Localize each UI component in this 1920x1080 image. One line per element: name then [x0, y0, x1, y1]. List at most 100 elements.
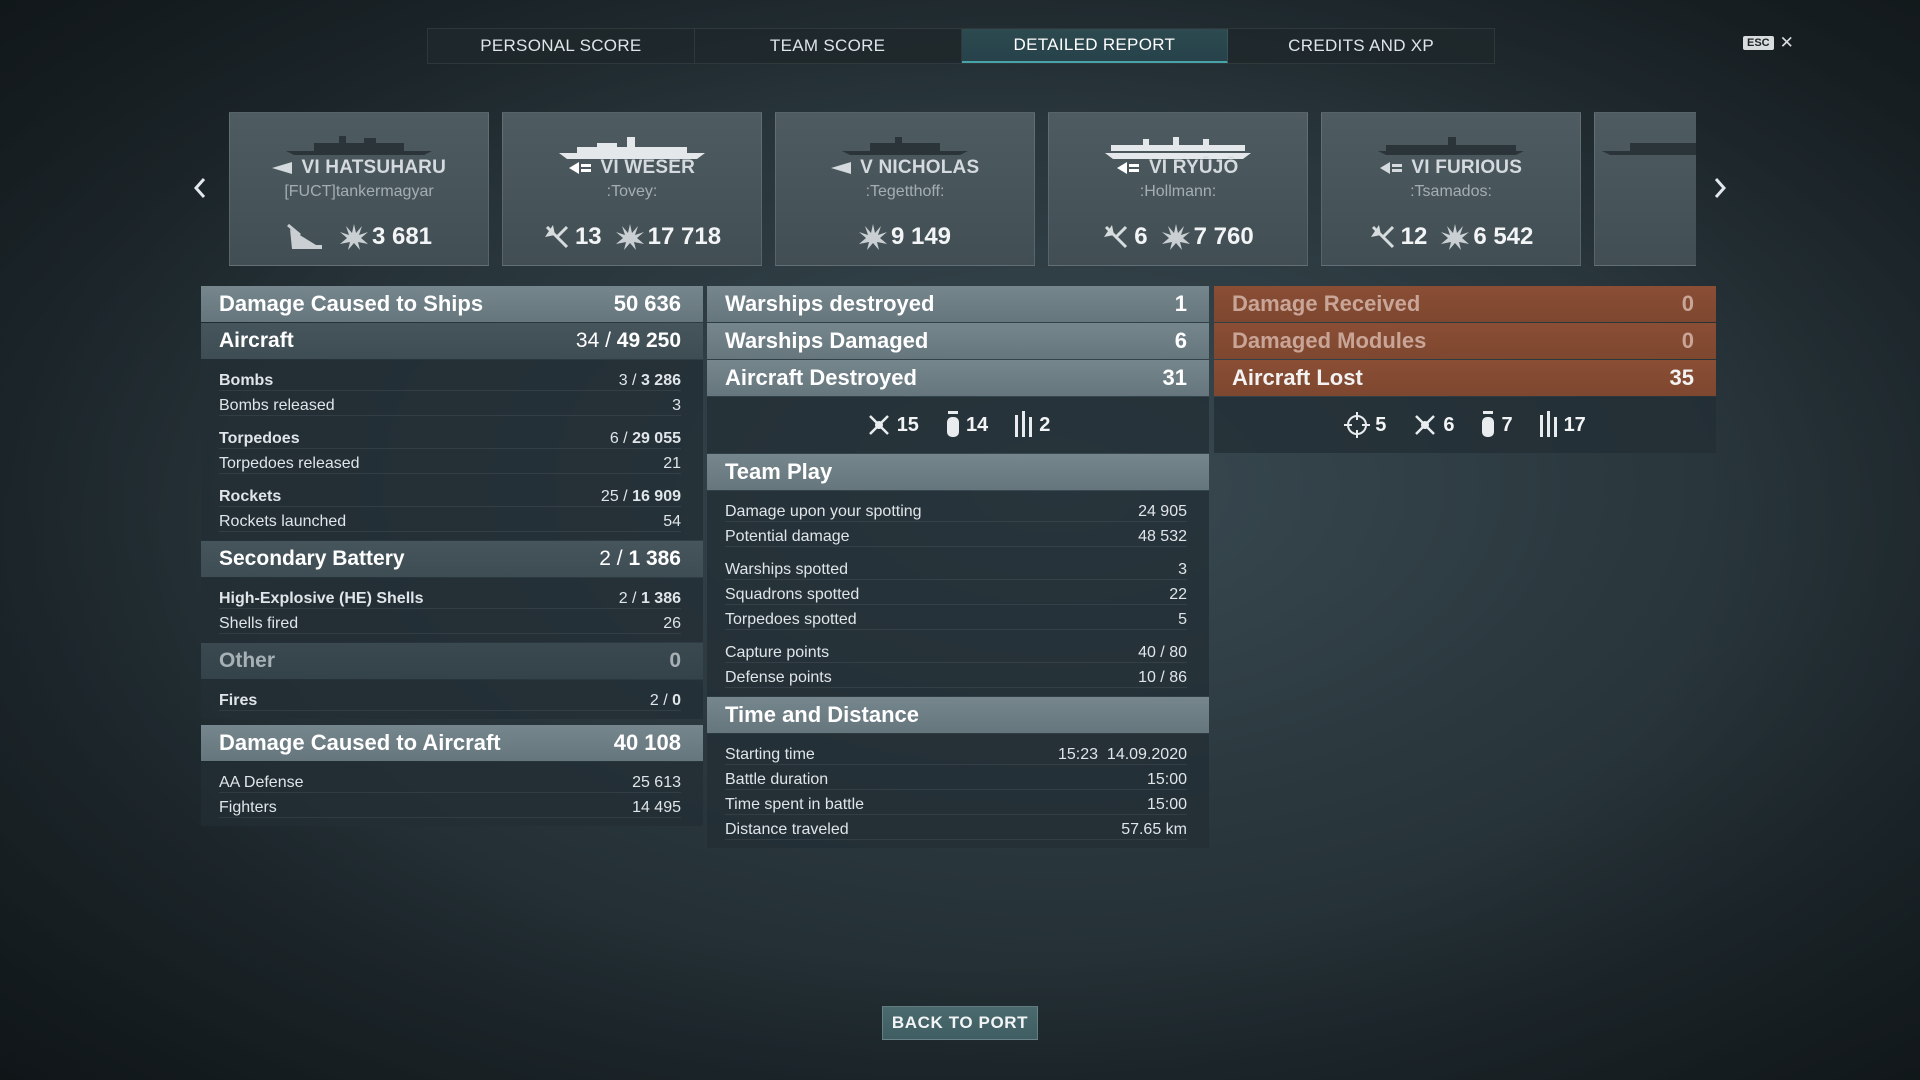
he-shells-hits: 2 [618, 590, 628, 607]
ship-card-hatsuharu[interactable]: VI HATSUHARU [FUCT]tankermagyar 3 681 [229, 112, 489, 266]
ship-carousel: VI HATSUHARU [FUCT]tankermagyar 3 681 VI… [229, 112, 1696, 266]
tab-detailed-report[interactable]: DETAILED REPORT [961, 29, 1229, 63]
rocket-planes-lost-value: 17 [1563, 413, 1586, 436]
aircraft-destroyed-label: Aircraft Destroyed [725, 365, 917, 390]
row-value: 15:00 [1146, 796, 1187, 813]
row-label: Capture points [725, 644, 830, 661]
warships-destroyed-header: Warships destroyed 1 [707, 286, 1209, 322]
ship-name: VI FURIOUS [1322, 157, 1580, 179]
ship-stats: 9 149 [776, 223, 1034, 251]
row-label: Potential damage [725, 528, 850, 545]
ship-silhouette-icon [842, 137, 968, 155]
ship-name-label: V NICHOLAS [860, 157, 980, 178]
damaged-modules-value: 0 [1681, 328, 1694, 353]
damage-stat: 7 760 [1161, 223, 1254, 251]
team-play-title: Team Play [725, 459, 833, 484]
team-play-header: Team Play [707, 454, 1209, 490]
row-value: 48 532 [1138, 528, 1187, 545]
ship-stats: 6 7 760 [1049, 223, 1307, 251]
back-to-port-button[interactable]: BACK TO PORT [882, 1006, 1038, 1040]
plane-kills-value: 13 [574, 223, 602, 250]
time-distance-row: Starting time 15:23 14.09.2020 [725, 740, 1187, 765]
tab-credits-and-xp[interactable]: CREDITS AND XP [1228, 29, 1494, 63]
rocket-planes-destroyed-value: 2 [1039, 413, 1051, 436]
ship-card-nicholas[interactable]: V NICHOLAS :Tegetthoff: 9 149 [775, 112, 1035, 266]
tab-personal-score[interactable]: PERSONAL SCORE [428, 29, 695, 63]
close-button[interactable]: ESC ✕ [1743, 33, 1794, 53]
bombs-released-value: 3 [672, 397, 681, 414]
damage-caused-column: Damage Caused to Ships 50 636 Aircraft 3… [201, 286, 703, 826]
bombs-hits: 3 [618, 372, 628, 389]
he-shells-row: High-Explosive (HE) Shells 2 / 1 386 [219, 584, 681, 609]
rockets-launched-label: Rockets launched [219, 513, 347, 530]
team-play-row: Squadrons spotted 22 [725, 580, 1187, 605]
bombers-lost-stat: 7 [1480, 411, 1513, 439]
time-distance-header: Time and Distance [707, 697, 1209, 733]
aa-defense-row: AA Defense 25 613 [219, 768, 681, 793]
carrier-class-icon [1117, 161, 1140, 174]
torpedoes-damage: 29 055 [632, 430, 681, 447]
crosshair-icon [1344, 412, 1371, 438]
carousel-next-button[interactable] [1708, 176, 1732, 200]
carousel-prev-button[interactable] [188, 176, 212, 200]
warships-damaged-value: 6 [1174, 328, 1187, 353]
close-icon: ✕ [1779, 33, 1794, 52]
time-distance-title: Time and Distance [725, 702, 919, 727]
other-label: Other [219, 649, 276, 672]
player-name: :Hollmann: [1139, 183, 1217, 200]
ship-name-label: VI HATSUHARU [301, 157, 447, 178]
aircraft-lost-value: 35 [1669, 365, 1694, 390]
ship-name: VI RYŪJŌ [1049, 157, 1307, 179]
rocket-planes-destroyed-stat: 2 [1014, 411, 1050, 439]
ship-stats: 12 6 542 [1322, 223, 1580, 251]
esc-key-label: ESC [1743, 36, 1774, 50]
ship-card-weser[interactable]: VI WESER :Tovey: 13 17 718 [502, 112, 762, 266]
kills-teamplay-column: Warships destroyed 1 Warships Damaged 6 … [707, 286, 1209, 848]
rocket-icon [1015, 411, 1033, 437]
torpedoes-row: Torpedoes 6 / 29 055 [219, 424, 681, 449]
bombs-row: Bombs 3 / 3 286 [219, 366, 681, 391]
torpedoes-released-value: 21 [663, 455, 681, 472]
rockets-row: Rockets 25 / 16 909 [219, 482, 681, 507]
row-label: Starting time [725, 746, 815, 763]
ship-silhouette-icon [559, 137, 705, 159]
aa-defense-label: AA Defense [219, 774, 304, 791]
fighters-label: Fighters [219, 799, 277, 816]
player-name: :Tovey: [606, 183, 658, 200]
fighter-icon [1415, 415, 1436, 435]
time-distance-row: Battle duration 15:00 [725, 765, 1187, 790]
rockets-damage: 16 909 [632, 488, 681, 505]
aircraft-hits: 34 [575, 329, 600, 352]
aircraft-destroyed-header: Aircraft Destroyed 31 [707, 360, 1209, 396]
row-label: Squadrons spotted [725, 586, 860, 603]
chevron-right-icon [1714, 178, 1727, 198]
fires-damage: 0 [672, 692, 681, 709]
ship-silhouette-icon [1378, 137, 1524, 155]
spotter-lost-value: 5 [1375, 413, 1387, 436]
explosion-icon [1441, 224, 1470, 250]
team-play-row: Defense points 10 / 86 [725, 663, 1187, 688]
fighters-destroyed-stat: 15 [866, 412, 919, 438]
report-tabs: PERSONAL SCORE TEAM SCORE DETAILED REPOR… [427, 28, 1495, 64]
secondary-battery-header: Secondary Battery 2 / 1 386 [201, 541, 703, 577]
plane-kill-icon [1104, 225, 1128, 249]
bombers-destroyed-value: 14 [965, 413, 989, 436]
aa-defense-value: 25 613 [632, 774, 681, 791]
damage-value: 7 760 [1193, 223, 1254, 250]
tab-team-score[interactable]: TEAM SCORE [695, 29, 962, 63]
ship-silhouette-icon [286, 136, 432, 155]
damage-value: 9 149 [890, 223, 952, 250]
secondary-battery-details: High-Explosive (HE) Shells 2 / 1 386 She… [201, 578, 703, 642]
bomb-icon [946, 411, 959, 437]
fighter-icon [868, 415, 889, 435]
ship-card-furious[interactable]: VI FURIOUS :Tsamados: 12 6 542 [1321, 112, 1581, 266]
secondary-hits: 2 [599, 547, 611, 570]
he-shells-label: High-Explosive (HE) Shells [219, 590, 424, 607]
plane-kills-stat: 6 [1102, 223, 1148, 251]
fighters-value: 14 495 [632, 799, 681, 816]
ship-card-partial[interactable] [1594, 112, 1696, 266]
fighters-row: Fighters 14 495 [219, 793, 681, 818]
ship-card-ryujo[interactable]: VI RYŪJŌ :Hollmann: 6 7 760 [1048, 112, 1308, 266]
torpedo-hit-stat [286, 223, 326, 251]
carrier-class-icon [569, 161, 591, 174]
